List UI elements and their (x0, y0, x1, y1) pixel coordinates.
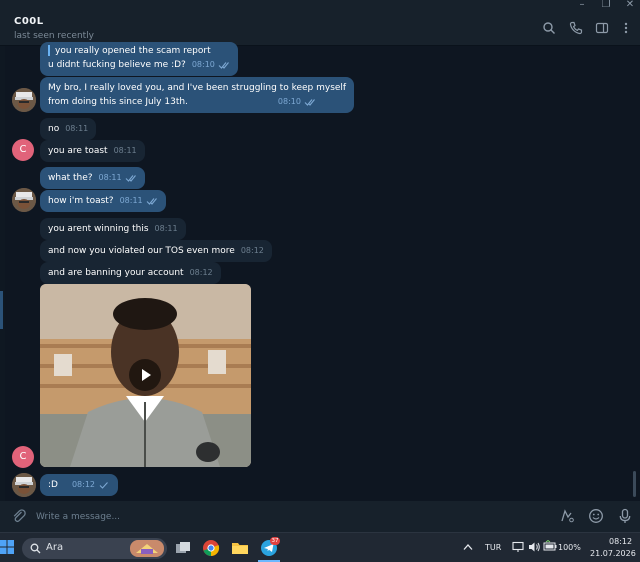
chat-status: last seen recently (14, 31, 95, 41)
close-button[interactable]: ✕ (618, 0, 640, 12)
read-ticks-icon (304, 98, 315, 106)
search-text: Ara (46, 542, 64, 553)
sidebar-toggle-icon[interactable] (595, 21, 609, 35)
play-icon (142, 369, 151, 381)
sent-tick-icon (99, 481, 108, 489)
message-time: 08:10 (277, 97, 301, 106)
commands-icon[interactable] (559, 508, 575, 524)
taskbar: Ara 37 TUR 100% 08:12 21.07.2026 (0, 532, 640, 562)
message-bubble-outgoing[interactable]: how i'm toast? 08:11 (40, 190, 166, 212)
volume-icon[interactable] (528, 541, 541, 553)
message-time: 08:11 (98, 173, 122, 182)
notification-badge: 37 (270, 537, 280, 545)
chrome-icon[interactable] (202, 539, 220, 557)
message-text: you arent winning this (48, 224, 149, 234)
task-view-icon[interactable] (174, 539, 192, 557)
message-bubble-outgoing[interactable]: My bro, I really loved you, and I've bee… (40, 77, 355, 113)
quote-bar (48, 45, 50, 56)
message-text: u didnt fucking believe me :D? (48, 60, 186, 70)
message-text: no (48, 124, 60, 134)
taskbar-search[interactable]: Ara (22, 538, 167, 559)
message-text: and now you violated our TOS even more (48, 246, 235, 256)
message-bubble-incoming[interactable]: you are toast 08:11 (40, 140, 145, 162)
window-controls: – ❐ ✕ (0, 0, 640, 12)
file-explorer-icon[interactable] (231, 539, 249, 557)
active-indicator (0, 291, 3, 329)
clock-time[interactable]: 08:12 (609, 537, 632, 546)
attach-icon[interactable] (11, 508, 27, 524)
chevron-up-icon[interactable] (463, 543, 473, 551)
message-text: :D (48, 480, 58, 490)
message-input-bar (0, 501, 640, 532)
message-bubble-outgoing[interactable]: :D 08:12 (40, 474, 119, 496)
avatar[interactable]: C (12, 446, 34, 468)
search-highlight-icon (130, 540, 164, 557)
search-icon (30, 543, 41, 554)
left-panel-edge (0, 46, 5, 501)
message-time: 08:12 (71, 480, 96, 489)
message-time: 08:11 (65, 124, 89, 133)
clock-date[interactable]: 21.07.2026 (590, 549, 636, 558)
message-bubble-incoming[interactable]: no 08:11 (40, 118, 97, 140)
microphone-icon[interactable] (617, 508, 633, 524)
message-time: 08:11 (119, 196, 143, 205)
message-time: 08:12 (189, 268, 213, 277)
battery-percent: 100% (558, 543, 581, 552)
message-bubble-outgoing[interactable]: what the? 08:11 (40, 167, 145, 189)
message-bubble-incoming[interactable]: and are banning your account 08:12 (40, 262, 221, 284)
message-text: from doing this since July 13th. (48, 97, 188, 107)
message-bubble-incoming[interactable]: and now you violated our TOS even more 08… (40, 240, 272, 262)
network-icon[interactable] (512, 541, 524, 553)
phone-icon[interactable] (569, 21, 583, 35)
message-time: 08:11 (113, 146, 137, 155)
message-text: and are banning your account (48, 268, 184, 278)
avatar[interactable] (12, 88, 36, 112)
minimize-button[interactable]: – (570, 0, 594, 12)
restore-button[interactable]: ❐ (594, 0, 618, 12)
message-text: what the? (48, 173, 93, 183)
emoji-icon[interactable] (588, 508, 604, 524)
avatar[interactable] (12, 473, 36, 497)
battery-icon[interactable] (543, 540, 557, 552)
user-avatar-icon (12, 88, 36, 112)
message-bubble-outgoing[interactable]: you really opened the scam report u didn… (40, 42, 238, 76)
avatar[interactable]: C (12, 139, 34, 161)
more-vert-icon[interactable] (619, 21, 633, 35)
message-text: My bro, I really loved you, and I've bee… (48, 83, 347, 93)
message-time: 08:11 (154, 224, 178, 233)
message-time: 08:12 (240, 246, 264, 255)
chat-header[interactable]: C00L last seen recently (0, 12, 640, 46)
read-ticks-icon (146, 197, 157, 205)
scrollbar[interactable] (633, 471, 636, 497)
language-indicator[interactable]: TUR (485, 543, 501, 552)
message-time: 08:10 (191, 60, 215, 69)
message-input[interactable] (36, 509, 536, 525)
message-text: how i'm toast? (48, 196, 114, 206)
windows-start-icon[interactable] (0, 540, 14, 554)
message-text: you really opened the scam report (55, 46, 211, 56)
message-list[interactable]: you really opened the scam report u didn… (0, 42, 640, 501)
user-avatar-icon (12, 188, 36, 212)
search-icon[interactable] (542, 21, 556, 35)
read-ticks-icon (125, 174, 136, 182)
play-button[interactable] (129, 359, 161, 391)
message-bubble-incoming[interactable]: you arent winning this 08:11 (40, 218, 186, 240)
read-ticks-icon (218, 61, 229, 69)
message-text: you are toast (48, 146, 108, 156)
chat-title[interactable]: C00L (14, 16, 44, 27)
gif-message[interactable] (40, 284, 251, 467)
avatar[interactable] (12, 188, 36, 212)
user-avatar-icon (12, 473, 36, 497)
